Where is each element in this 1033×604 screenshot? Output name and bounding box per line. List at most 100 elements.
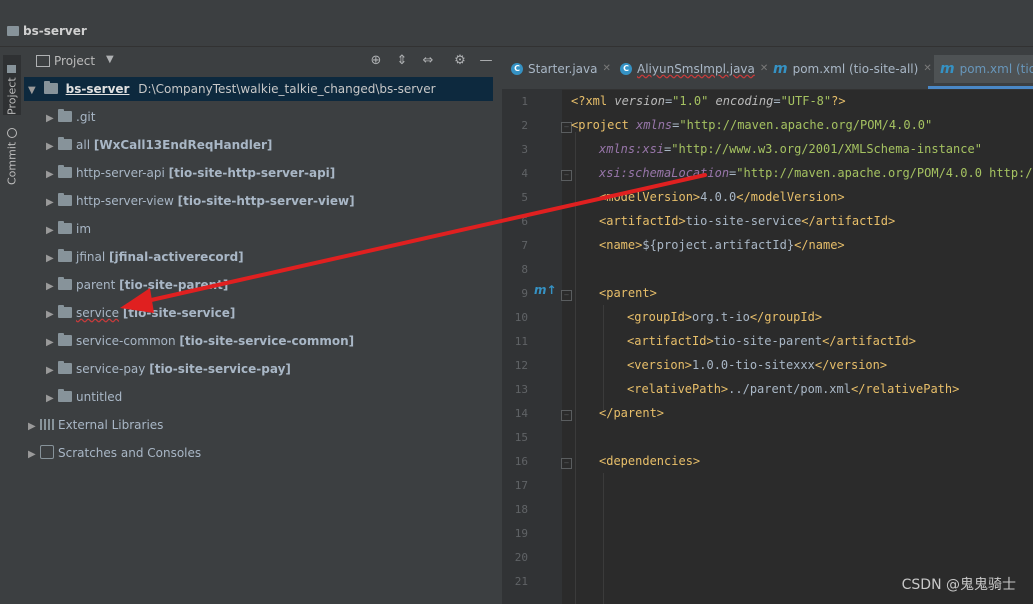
tab-pom-tio-site-all[interactable]: m pom.xml (tio-site-all) ✕ <box>773 59 932 79</box>
code-line-7: <name>${project.artifactId}</name> <box>599 238 845 252</box>
scratches-icon <box>40 445 54 459</box>
tab-label: Starter.java <box>528 62 598 76</box>
tree-item-label: http-server-api <box>76 166 165 180</box>
fold-icon[interactable]: − <box>561 170 572 181</box>
folder-icon <box>58 389 72 402</box>
fold-icon[interactable]: − <box>561 410 572 421</box>
chevron-right-icon[interactable]: ▶ <box>46 331 58 355</box>
locate-icon[interactable]: ⊕ <box>368 53 384 69</box>
tab-commit-toolwindow[interactable]: Commit <box>3 125 21 185</box>
tree-item-parent[interactable]: ▶ parent [tio-site-parent] <box>46 273 228 297</box>
indent-guide <box>603 473 604 604</box>
tab-pom-active[interactable]: m pom.xml (tio-s <box>934 55 1033 83</box>
project-toolwindow-icon <box>7 65 17 74</box>
line-number: 18 <box>514 503 528 516</box>
java-class-icon: C <box>620 63 632 75</box>
line-number: 4 <box>521 167 528 180</box>
fold-icon[interactable]: − <box>561 290 572 301</box>
fold-icon[interactable]: − <box>561 458 572 469</box>
close-icon[interactable]: ✕ <box>603 59 611 79</box>
chevron-right-icon[interactable]: ▶ <box>46 191 58 215</box>
line-number: 12 <box>514 359 528 372</box>
tab-label: pom.xml (tio-s <box>959 62 1033 76</box>
folder-icon <box>7 26 19 36</box>
menu-bar <box>0 0 1033 8</box>
close-icon[interactable]: ✕ <box>923 59 931 79</box>
line-number: 16 <box>514 455 528 468</box>
tree-item-scratches[interactable]: ▶ Scratches and Consoles <box>28 441 201 465</box>
chevron-right-icon[interactable]: ▶ <box>28 415 40 439</box>
tree-item-service-pay[interactable]: ▶ service-pay [tio-site-service-pay] <box>46 357 291 381</box>
tree-item-service[interactable]: ▶ service [tio-site-service] <box>46 301 235 325</box>
module-folder-icon <box>58 333 72 346</box>
tree-item-module: [tio-site-service-pay] <box>149 362 291 376</box>
project-panel-title[interactable]: Project <box>54 54 95 68</box>
expand-all-icon[interactable]: ⇕ <box>394 53 410 69</box>
tree-item-external-libraries[interactable]: ▶ External Libraries <box>28 413 163 437</box>
chevron-right-icon[interactable]: ▶ <box>46 219 58 243</box>
tree-item-label: jfinal <box>76 250 106 264</box>
chevron-right-icon[interactable]: ▶ <box>46 303 58 327</box>
chevron-right-icon[interactable]: ▶ <box>46 135 58 159</box>
collapse-all-icon[interactable]: ⇔ <box>420 53 436 69</box>
module-folder-icon <box>43 81 58 94</box>
breadcrumb[interactable]: bs-server <box>7 24 87 38</box>
tree-item-all[interactable]: ▶ all [WxCall13EndReqHandler] <box>46 133 272 157</box>
gear-icon[interactable]: ⚙ <box>452 53 468 69</box>
java-class-icon: C <box>511 63 523 75</box>
line-number: 2 <box>521 119 528 132</box>
code-line-10: <groupId>org.t-io</groupId> <box>627 310 823 324</box>
close-icon[interactable]: ✕ <box>760 59 768 79</box>
module-folder-icon <box>58 193 72 206</box>
code-line-9: <parent> <box>599 286 657 300</box>
tree-item-git[interactable]: ▶ .git <box>46 105 95 129</box>
minimize-icon[interactable]: — <box>478 53 494 69</box>
line-number: 7 <box>521 239 528 252</box>
line-number: 21 <box>514 575 528 588</box>
tree-item-label: im <box>76 222 92 236</box>
tab-project-toolwindow[interactable]: Project <box>3 55 21 115</box>
chevron-right-icon[interactable]: ▶ <box>46 387 58 411</box>
tree-item-module: [tio-site-service-common] <box>179 334 355 348</box>
tree-item-label: service <box>76 306 119 320</box>
code-line-1: <?xml version="1.0" encoding="UTF-8"?> <box>571 94 846 108</box>
module-folder-icon <box>58 165 72 178</box>
navigation-bar: bs-server <box>0 8 1033 47</box>
chevron-right-icon[interactable]: ▶ <box>46 275 58 299</box>
indent-guide <box>603 305 604 410</box>
tree-item-service-common[interactable]: ▶ service-common [tio-site-service-common… <box>46 329 354 353</box>
tree-item-label: parent <box>76 278 116 292</box>
tree-item-untitled[interactable]: ▶ untitled <box>46 385 122 409</box>
chevron-down-icon[interactable]: ▼ <box>106 54 114 65</box>
project-panel-header: Project ▼ ⊕ ⇕ ⇔ ⚙ — <box>24 47 502 75</box>
strip-commit-label: Commit <box>5 141 19 185</box>
tree-item-http-server-view[interactable]: ▶ http-server-view [tio-site-http-server-… <box>46 189 355 213</box>
commit-icon <box>7 127 17 138</box>
code-line-16: <dependencies> <box>599 454 701 468</box>
chevron-right-icon[interactable]: ▶ <box>46 359 58 383</box>
tree-item-label: untitled <box>76 390 123 404</box>
tree-root-bs-server[interactable]: ▼ bs-server D:\CompanyTest\walkie_talkie… <box>24 77 493 101</box>
code-line-6: <artifactId>tio-site-service</artifactId… <box>599 214 896 228</box>
chevron-right-icon[interactable]: ▶ <box>46 247 58 271</box>
tree-item-im[interactable]: ▶ im <box>46 217 91 241</box>
tab-starter-java[interactable]: C Starter.java ✕ <box>511 59 611 79</box>
tree-item-jfinal[interactable]: ▶ jfinal [jfinal-activerecord] <box>46 245 244 269</box>
chevron-right-icon[interactable]: ▶ <box>46 163 58 187</box>
maven-parent-gutter-icon[interactable]: m↑ <box>534 283 557 297</box>
maven-icon: m <box>940 61 955 77</box>
tree-item-http-server-api[interactable]: ▶ http-server-api [tio-site-http-server-a… <box>46 161 335 185</box>
tree-item-module: [tio-site-parent] <box>119 278 229 292</box>
line-number: 20 <box>514 551 528 564</box>
chevron-right-icon[interactable]: ▶ <box>28 443 40 467</box>
chevron-right-icon[interactable]: ▶ <box>46 107 58 131</box>
strip-project-label: Project <box>5 77 19 115</box>
code-line-2: <project xmlns="http://maven.apache.org/… <box>571 118 933 132</box>
tree-item-label: .git <box>76 110 96 124</box>
line-number: 5 <box>521 191 528 204</box>
tree-item-label: http-server-view <box>76 194 174 208</box>
code-line-11: <artifactId>tio-site-parent</artifactId> <box>627 334 916 348</box>
tab-aliyunsmsimpl-java[interactable]: C AliyunSmsImpl.java ✕ <box>620 59 768 79</box>
active-tab-indicator <box>928 86 1033 89</box>
chevron-down-icon[interactable]: ▼ <box>28 79 40 103</box>
